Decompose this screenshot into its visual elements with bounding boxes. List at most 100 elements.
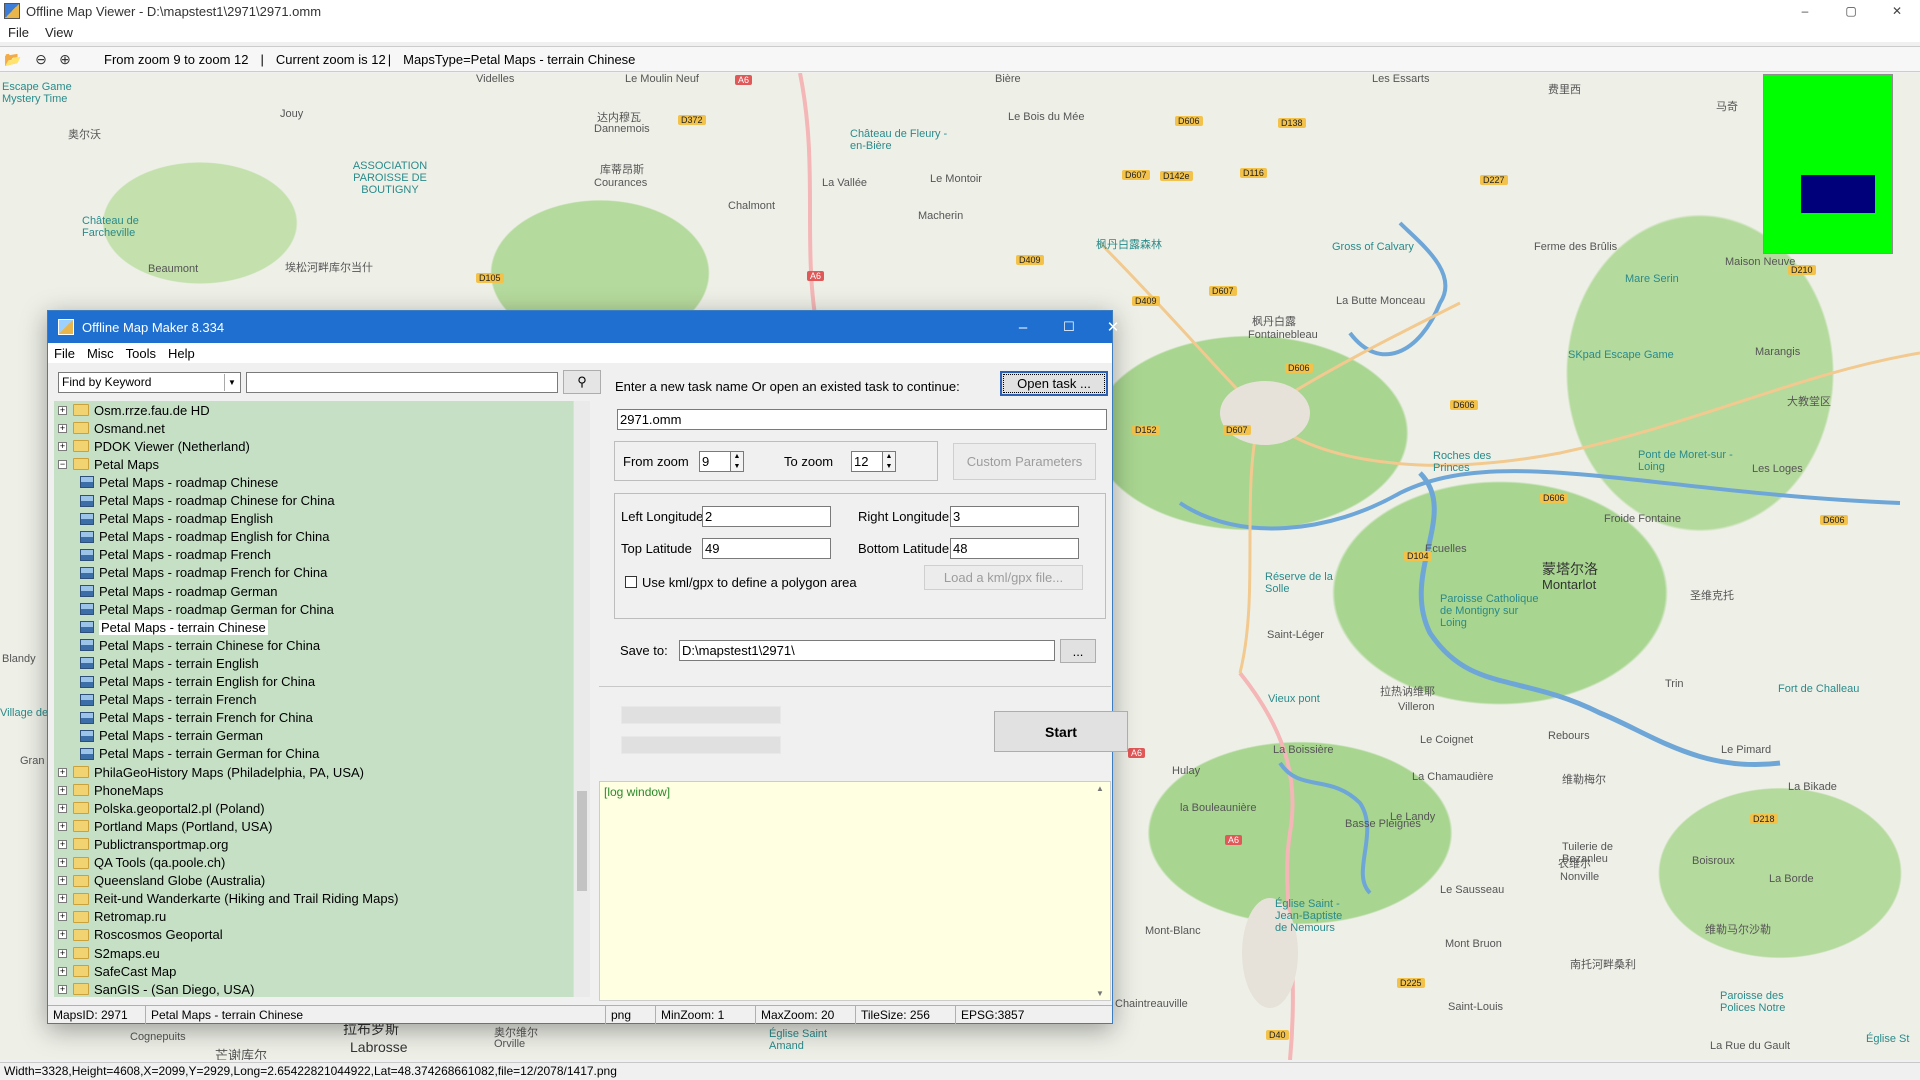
spinner-up-icon[interactable]: ▲ bbox=[886, 453, 893, 460]
tree-folder-item[interactable]: + Polska.geoportal2.pl (Poland) bbox=[58, 799, 265, 817]
expand-icon[interactable]: + bbox=[58, 785, 67, 795]
tree-map-item[interactable]: Petal Maps - terrain Chinese bbox=[76, 618, 268, 636]
tree-map-item[interactable]: Petal Maps - roadmap German bbox=[76, 582, 277, 600]
tree-folder-item[interactable]: − Petal Maps bbox=[58, 455, 159, 473]
maximize-button[interactable]: ☐ bbox=[1046, 311, 1092, 343]
to-zoom-input[interactable]: 12 bbox=[851, 451, 883, 472]
right-longitude-input[interactable]: 3 bbox=[950, 506, 1079, 527]
expand-icon[interactable]: + bbox=[58, 423, 67, 433]
to-zoom-spinner[interactable]: ▲ ▼ bbox=[882, 451, 896, 472]
tree-map-item[interactable]: Petal Maps - terrain French for China bbox=[76, 709, 313, 727]
search-button[interactable]: ⚲ bbox=[563, 370, 601, 394]
tree-map-item[interactable]: Petal Maps - terrain German for China bbox=[76, 745, 319, 763]
expand-icon[interactable]: + bbox=[58, 894, 67, 904]
tree-folder-item[interactable]: + Portland Maps (Portland, USA) bbox=[58, 817, 272, 835]
menu-file[interactable]: File bbox=[48, 346, 81, 361]
search-mode-select[interactable]: Find by Keyword ▼ bbox=[58, 371, 241, 393]
tree-item-label: Petal Maps - roadmap French for China bbox=[99, 565, 328, 581]
tree-folder-item[interactable]: + Reit-und Wanderkarte (Hiking and Trail … bbox=[58, 890, 398, 908]
from-zoom-spinner[interactable]: ▲ ▼ bbox=[730, 451, 744, 472]
tree-scrollbar-thumb[interactable] bbox=[577, 791, 587, 891]
tree-folder-item[interactable]: + SanGIS - (San Diego, USA) bbox=[58, 980, 254, 997]
expand-icon[interactable]: + bbox=[58, 821, 67, 831]
tree-map-item[interactable]: Petal Maps - roadmap French bbox=[76, 546, 271, 564]
tree-folder-item[interactable]: + QA Tools (qa.poole.ch) bbox=[58, 854, 225, 872]
overview-viewport[interactable] bbox=[1801, 175, 1875, 213]
expand-icon[interactable]: + bbox=[58, 876, 67, 886]
log-window[interactable]: [log window] ▲ ▼ bbox=[599, 781, 1111, 1001]
tree-map-item[interactable]: Petal Maps - terrain German bbox=[76, 727, 263, 745]
task-name-input[interactable]: 2971.omm bbox=[617, 409, 1107, 430]
tree-folder-item[interactable]: + Publictransportmap.org bbox=[58, 835, 228, 853]
close-button[interactable]: ✕ bbox=[1090, 311, 1136, 343]
expand-icon[interactable]: + bbox=[58, 858, 67, 867]
open-folder-icon[interactable]: 📂 bbox=[2, 48, 24, 70]
tree-map-item[interactable]: Petal Maps - terrain English for China bbox=[76, 673, 315, 691]
expand-icon[interactable]: + bbox=[58, 405, 67, 415]
tree-folder-item[interactable]: + PDOK Viewer (Netherland) bbox=[58, 437, 250, 455]
tree-folder-item[interactable]: + PhilaGeoHistory Maps (Philadelphia, PA,… bbox=[58, 763, 364, 781]
expand-icon[interactable]: + bbox=[58, 930, 67, 940]
tree-folder-item[interactable]: + PhoneMaps bbox=[58, 781, 163, 799]
bottom-latitude-input[interactable]: 48 bbox=[950, 538, 1079, 559]
tree-scrollbar[interactable] bbox=[573, 401, 590, 997]
map-source-tree[interactable]: + Osm.rrze.fau.de HD + Osmand.net + PDOK View… bbox=[54, 401, 590, 997]
expand-icon[interactable]: + bbox=[58, 984, 67, 994]
scroll-up-icon[interactable]: ▲ bbox=[1096, 784, 1104, 793]
tree-item-label: Petal Maps - roadmap English bbox=[99, 511, 274, 527]
menu-tools[interactable]: Tools bbox=[120, 346, 162, 361]
tree-map-item[interactable]: Petal Maps - roadmap Chinese for China bbox=[76, 492, 335, 510]
expand-icon[interactable]: + bbox=[58, 803, 67, 813]
top-latitude-input[interactable]: 49 bbox=[702, 538, 831, 559]
tree-map-item[interactable]: Petal Maps - roadmap English bbox=[76, 510, 273, 528]
menu-help[interactable]: Help bbox=[162, 346, 201, 361]
tree-map-item[interactable]: Petal Maps - roadmap German for China bbox=[76, 600, 334, 618]
tree-map-item[interactable]: Petal Maps - roadmap English for China bbox=[76, 528, 330, 546]
tree-folder-item[interactable]: + Queensland Globe (Australia) bbox=[58, 872, 265, 890]
overview-minimap[interactable] bbox=[1763, 74, 1893, 254]
expand-icon[interactable]: + bbox=[58, 948, 67, 958]
tree-folder-item[interactable]: + Osm.rrze.fau.de HD bbox=[58, 401, 210, 419]
expand-icon[interactable]: + bbox=[58, 441, 67, 451]
save-path-input[interactable]: D:\mapstest1\2971\ bbox=[679, 640, 1055, 661]
minimize-button[interactable]: – bbox=[1782, 0, 1828, 22]
progress-bar bbox=[621, 706, 781, 724]
tree-folder-item[interactable]: + Roscosmos Geoportal bbox=[58, 926, 223, 944]
menu-file[interactable]: File bbox=[0, 25, 37, 40]
tree-map-item[interactable]: Petal Maps - terrain French bbox=[76, 691, 257, 709]
tree-folder-item[interactable]: + S2maps.eu bbox=[58, 944, 160, 962]
custom-parameters-button[interactable]: Custom Parameters bbox=[953, 443, 1096, 480]
search-input[interactable] bbox=[246, 371, 558, 393]
expand-icon[interactable]: + bbox=[58, 912, 67, 922]
collapse-icon[interactable]: − bbox=[58, 459, 67, 469]
menu-view[interactable]: View bbox=[37, 25, 81, 40]
maximize-button[interactable]: ▢ bbox=[1828, 0, 1874, 22]
tree-folder-item[interactable]: + SafeCast Map bbox=[58, 962, 176, 980]
expand-icon[interactable]: + bbox=[58, 966, 67, 976]
spinner-up-icon[interactable]: ▲ bbox=[734, 453, 741, 460]
zoom-in-icon[interactable]: ⊕ bbox=[54, 48, 76, 70]
menu-misc[interactable]: Misc bbox=[81, 346, 120, 361]
left-longitude-input[interactable]: 2 bbox=[702, 506, 831, 527]
log-scrollbar[interactable]: ▲ ▼ bbox=[1093, 782, 1110, 1000]
close-button[interactable]: ✕ bbox=[1874, 0, 1920, 22]
scroll-down-icon[interactable]: ▼ bbox=[1096, 989, 1104, 998]
tree-folder-item[interactable]: + Osmand.net bbox=[58, 419, 165, 437]
tree-map-item[interactable]: Petal Maps - roadmap French for China bbox=[76, 564, 327, 582]
spinner-down-icon[interactable]: ▼ bbox=[734, 463, 741, 470]
from-zoom-input[interactable]: 9 bbox=[699, 451, 731, 472]
minimize-button[interactable]: – bbox=[1000, 311, 1046, 343]
start-button[interactable]: Start bbox=[994, 711, 1128, 752]
load-kml-button[interactable]: Load a kml/gpx file... bbox=[924, 565, 1083, 590]
browse-button[interactable]: ... bbox=[1060, 639, 1096, 663]
expand-icon[interactable]: + bbox=[58, 767, 67, 777]
tree-map-item[interactable]: Petal Maps - terrain English bbox=[76, 654, 259, 672]
tree-folder-item[interactable]: + Retromap.ru bbox=[58, 908, 166, 926]
zoom-out-icon[interactable]: ⊖ bbox=[30, 48, 52, 70]
expand-icon[interactable]: + bbox=[58, 839, 67, 849]
kml-polygon-checkbox[interactable] bbox=[625, 576, 637, 588]
tree-map-item[interactable]: Petal Maps - roadmap Chinese bbox=[76, 473, 278, 491]
open-task-button[interactable]: Open task ... bbox=[1000, 371, 1108, 396]
spinner-down-icon[interactable]: ▼ bbox=[886, 463, 893, 470]
tree-map-item[interactable]: Petal Maps - terrain Chinese for China bbox=[76, 636, 320, 654]
